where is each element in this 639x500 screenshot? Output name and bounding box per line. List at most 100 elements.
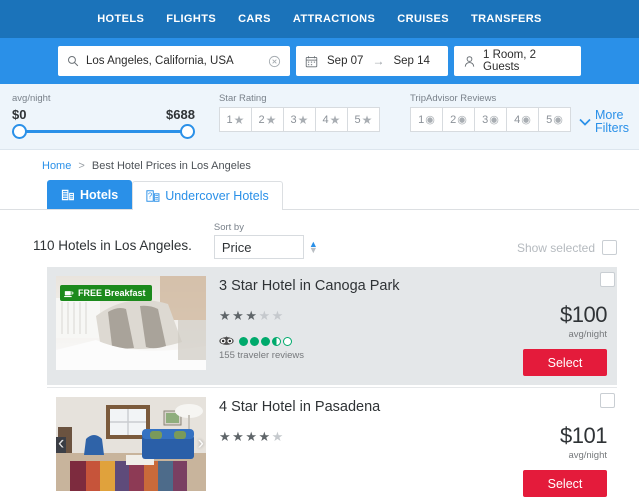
- star-filter-3[interactable]: 3 ★: [282, 107, 316, 132]
- star-icon: ★: [258, 429, 272, 444]
- price-filter: avg/night $0 $688: [12, 93, 195, 139]
- nav-item-cars[interactable]: CARS: [238, 13, 271, 25]
- hotel-compare-checkbox[interactable]: [600, 393, 615, 408]
- rating-dot: [283, 336, 292, 346]
- tripadvisor-filter: TripAdvisor Reviews 1 ◉ 2 ◉ 3 ◉ 4 ◉ 5 ◉: [409, 93, 571, 132]
- owl-icon: ◉: [457, 114, 467, 126]
- check-in-date[interactable]: Sep 07: [327, 55, 363, 67]
- select-button[interactable]: Select: [523, 470, 607, 497]
- show-selected-control[interactable]: Show selected: [517, 240, 617, 259]
- tripadvisor-filter-3[interactable]: 3 ◉: [473, 107, 507, 132]
- results-count: 110 Hotels in Los Angeles.: [33, 238, 192, 253]
- person-icon: [463, 55, 476, 68]
- carousel-next-button[interactable]: ›: [198, 433, 204, 455]
- hotel-name[interactable]: 3 Star Hotel in Canoga Park: [219, 278, 487, 294]
- ta-filter-5-num: 5: [546, 113, 553, 126]
- star-filter-2[interactable]: 2 ★: [250, 107, 284, 132]
- hotel-price-column: $101 avg/night Select: [487, 397, 608, 497]
- price-slider-track: [19, 130, 188, 133]
- star-filter-4[interactable]: 4 ★: [314, 107, 348, 132]
- rating-dot: [272, 336, 281, 346]
- rating-dot: [239, 336, 248, 346]
- nav-item-attractions[interactable]: ATTRACTIONS: [293, 13, 375, 25]
- star-filter-5[interactable]: 5 ★: [346, 107, 380, 132]
- star-icon: ★: [245, 308, 259, 323]
- hotel-price-unit: avg/night: [568, 450, 607, 461]
- hotel-photo: [56, 397, 206, 491]
- tripadvisor-owl-icon: [219, 336, 234, 346]
- building-list-icon: [61, 188, 75, 202]
- hotel-price-unit: avg/night: [568, 329, 607, 340]
- traveler-reviews-count[interactable]: 155 traveler reviews: [219, 350, 487, 361]
- breadcrumb-separator: >: [78, 160, 85, 172]
- nav-item-hotels[interactable]: HOTELS: [97, 13, 144, 25]
- star-filter-1[interactable]: 1 ★: [218, 107, 252, 132]
- tripadvisor-filter-5[interactable]: 5 ◉: [537, 107, 571, 132]
- star-rating-filter: Star Rating 1 ★ 2 ★ 3 ★ 4 ★ 5 ★: [218, 93, 380, 132]
- hotel-star-rating: ★★★★★: [219, 429, 487, 445]
- nav-item-transfers[interactable]: TRANSFERS: [471, 13, 542, 25]
- nav-item-flights[interactable]: FLIGHTS: [166, 13, 216, 25]
- free-breakfast-badge: FREE Breakfast: [60, 285, 152, 301]
- star-icon: ★: [297, 112, 309, 127]
- star-icon: ★: [219, 308, 233, 323]
- hotel-card[interactable]: FREE Breakfast 3 Star Hotel in Canoga Pa…: [47, 267, 617, 385]
- owl-icon: ◉: [425, 114, 435, 126]
- sort-select[interactable]: Price: [213, 235, 304, 259]
- breadcrumb-home[interactable]: Home: [42, 160, 71, 172]
- hotel-name[interactable]: 4 Star Hotel in Pasadena: [219, 399, 487, 415]
- coffee-cup-icon: [64, 289, 74, 298]
- star-icon: ★: [219, 429, 233, 444]
- chevron-down-icon: [579, 118, 591, 126]
- guests-field[interactable]: 1 Room, 2 Guests: [454, 46, 581, 76]
- check-out-date[interactable]: Sep 14: [393, 55, 429, 67]
- hotel-compare-checkbox[interactable]: [600, 272, 615, 287]
- search-icon: [67, 55, 79, 67]
- tripadvisor-filter-1[interactable]: 1 ◉: [409, 107, 443, 132]
- tab-undercover-hotels-label: Undercover Hotels: [165, 189, 269, 203]
- clear-circle-icon[interactable]: [268, 55, 281, 68]
- breadcrumb-current: Best Hotel Prices in Los Angeles: [91, 160, 251, 172]
- nav-item-cruises[interactable]: CRUISES: [397, 13, 449, 25]
- breadcrumb: Home > Best Hotel Prices in Los Angeles: [0, 150, 639, 172]
- star-icon: ★: [265, 112, 277, 127]
- tripadvisor-rating: [219, 336, 487, 346]
- ta-filter-2-num: 2: [450, 113, 457, 126]
- star-icon: ★: [271, 308, 285, 323]
- price-slider-max-handle[interactable]: [179, 124, 195, 139]
- sort-direction-spinner[interactable]: ▲ ▼: [309, 240, 318, 255]
- hotel-results-list: FREE Breakfast 3 Star Hotel in Canoga Pa…: [0, 259, 639, 500]
- more-filters-line2: Filters: [594, 121, 629, 136]
- top-navigation: HOTELS FLIGHTS CARS ATTRACTIONS CRUISES …: [0, 0, 639, 38]
- hotel-thumbnail[interactable]: FREE Breakfast: [56, 276, 206, 370]
- star-icon: ★: [232, 429, 246, 444]
- location-input[interactable]: Los Angeles, California, USA: [86, 55, 261, 67]
- date-range-field[interactable]: Sep 07 → Sep 14: [296, 46, 448, 76]
- select-button[interactable]: Select: [523, 349, 607, 376]
- guests-value[interactable]: 1 Room, 2 Guests: [483, 49, 572, 73]
- hotel-card[interactable]: ‹ › 4 Star Hotel in Pasadena ★★★★★ $101 …: [47, 387, 617, 500]
- hotel-info: 4 Star Hotel in Pasadena ★★★★★: [206, 397, 487, 497]
- show-selected-label: Show selected: [516, 240, 595, 255]
- location-field[interactable]: Los Angeles, California, USA: [58, 46, 290, 76]
- show-selected-checkbox[interactable]: [602, 240, 617, 255]
- star-rating-label: Star Rating: [218, 93, 267, 104]
- tripadvisor-filter-4[interactable]: 4 ◉: [505, 107, 539, 132]
- tab-hotels[interactable]: Hotels: [47, 180, 133, 209]
- svg-text:?: ?: [148, 192, 153, 201]
- price-slider[interactable]: [12, 123, 195, 139]
- more-filters-button[interactable]: More Filters: [579, 108, 629, 136]
- price-slider-min-handle[interactable]: [12, 124, 27, 139]
- tab-bar: Hotels ? Undercover Hotels: [0, 180, 639, 210]
- tab-undercover-hotels[interactable]: ? Undercover Hotels: [132, 181, 283, 210]
- hotel-thumbnail[interactable]: ‹ ›: [56, 397, 206, 491]
- star-filter-2-num: 2: [258, 113, 265, 126]
- tripadvisor-filter-2[interactable]: 2 ◉: [441, 107, 475, 132]
- star-icon: ★: [329, 112, 341, 127]
- sort-desc-icon[interactable]: ▼: [309, 246, 318, 255]
- carousel-prev-button[interactable]: ‹: [58, 433, 64, 455]
- hotel-price: $100: [560, 302, 607, 327]
- star-icon: ★: [361, 112, 373, 127]
- owl-icon: ◉: [553, 114, 563, 126]
- star-icon: ★: [232, 308, 246, 323]
